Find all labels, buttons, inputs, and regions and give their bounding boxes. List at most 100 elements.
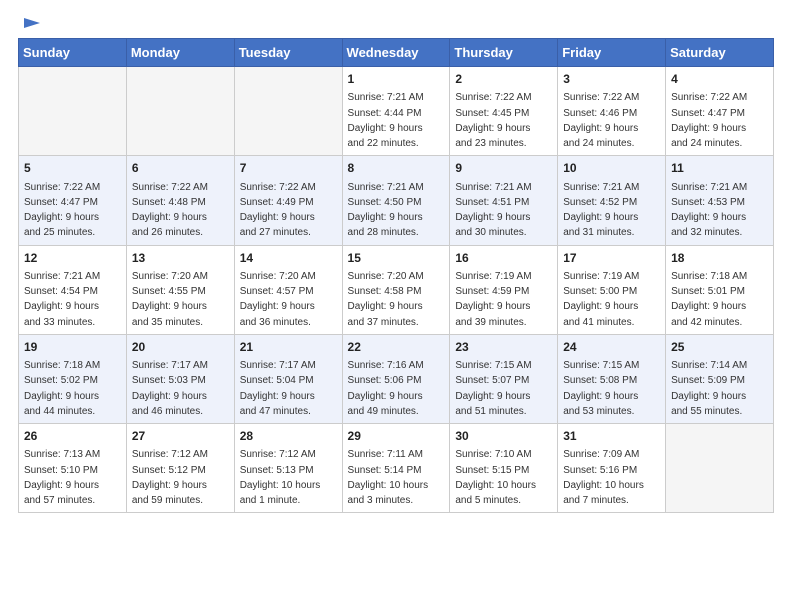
calendar-cell: 21 Sunrise: 7:17 AM Sunset: 5:04 PM Dayli… (234, 334, 342, 423)
day-number: 12 (24, 250, 121, 267)
day-info: Sunrise: 7:22 AM Sunset: 4:47 PM Dayligh… (671, 92, 747, 149)
day-info: Sunrise: 7:21 AM Sunset: 4:44 PM Dayligh… (348, 92, 424, 149)
logo (18, 18, 42, 30)
calendar-cell: 13 Sunrise: 7:20 AM Sunset: 4:55 PM Dayli… (126, 245, 234, 334)
day-info: Sunrise: 7:17 AM Sunset: 5:04 PM Dayligh… (240, 360, 316, 417)
day-info: Sunrise: 7:15 AM Sunset: 5:08 PM Dayligh… (563, 360, 639, 417)
day-info: Sunrise: 7:19 AM Sunset: 5:00 PM Dayligh… (563, 271, 639, 328)
calendar-cell: 12 Sunrise: 7:21 AM Sunset: 4:54 PM Dayli… (19, 245, 127, 334)
calendar-cell: 18Sunrise: 7:18 AM Sunset: 5:01 PM Dayli… (666, 245, 774, 334)
day-info: Sunrise: 7:21 AM Sunset: 4:53 PM Dayligh… (671, 182, 747, 239)
page: SundayMondayTuesdayWednesdayThursdayFrid… (0, 0, 792, 612)
calendar-cell: 1 Sunrise: 7:21 AM Sunset: 4:44 PM Daylig… (342, 67, 450, 156)
day-info: Sunrise: 7:21 AM Sunset: 4:50 PM Dayligh… (348, 182, 424, 239)
calendar-cell (19, 67, 127, 156)
calendar-cell: 24 Sunrise: 7:15 AM Sunset: 5:08 PM Dayli… (558, 334, 666, 423)
day-number: 29 (348, 428, 445, 445)
day-number: 8 (348, 160, 445, 177)
calendar-cell: 25 Sunrise: 7:14 AM Sunset: 5:09 PM Dayli… (666, 334, 774, 423)
calendar-cell: 14 Sunrise: 7:20 AM Sunset: 4:57 PM Dayli… (234, 245, 342, 334)
day-number: 2 (455, 71, 552, 88)
calendar-header-saturday: Saturday (666, 39, 774, 67)
day-info: Sunrise: 7:09 AM Sunset: 5:16 PM Dayligh… (563, 449, 644, 506)
day-info: Sunrise: 7:20 AM Sunset: 4:57 PM Dayligh… (240, 271, 316, 328)
day-info: Sunrise: 7:20 AM Sunset: 4:55 PM Dayligh… (132, 271, 208, 328)
day-number: 13 (132, 250, 229, 267)
calendar-cell: 31 Sunrise: 7:09 AM Sunset: 5:16 PM Dayli… (558, 424, 666, 513)
day-number: 23 (455, 339, 552, 356)
day-info: Sunrise: 7:11 AM Sunset: 5:14 PM Dayligh… (348, 449, 429, 506)
calendar-header-wednesday: Wednesday (342, 39, 450, 67)
day-number: 26 (24, 428, 121, 445)
day-number: 17 (563, 250, 660, 267)
calendar-cell: 30Sunrise: 7:10 AM Sunset: 5:15 PM Dayli… (450, 424, 558, 513)
calendar-header-thursday: Thursday (450, 39, 558, 67)
day-info: Sunrise: 7:16 AM Sunset: 5:06 PM Dayligh… (348, 360, 424, 417)
logo-flag-icon (20, 14, 42, 36)
day-number: 9 (455, 160, 552, 177)
calendar-header-monday: Monday (126, 39, 234, 67)
day-number: 10 (563, 160, 660, 177)
day-number: 28 (240, 428, 337, 445)
calendar-cell: 8 Sunrise: 7:21 AM Sunset: 4:50 PM Daylig… (342, 156, 450, 245)
calendar-cell: 4 Sunrise: 7:22 AM Sunset: 4:47 PM Daylig… (666, 67, 774, 156)
day-number: 27 (132, 428, 229, 445)
calendar-week-row: 26 Sunrise: 7:13 AM Sunset: 5:10 PM Dayli… (19, 424, 774, 513)
day-info: Sunrise: 7:12 AM Sunset: 5:12 PM Dayligh… (132, 449, 208, 506)
calendar-cell: 19Sunrise: 7:18 AM Sunset: 5:02 PM Dayli… (19, 334, 127, 423)
calendar-cell: 10 Sunrise: 7:21 AM Sunset: 4:52 PM Dayli… (558, 156, 666, 245)
day-info: Sunrise: 7:12 AM Sunset: 5:13 PM Dayligh… (240, 449, 321, 506)
day-number: 22 (348, 339, 445, 356)
day-number: 11 (671, 160, 768, 177)
day-info: Sunrise: 7:14 AM Sunset: 5:09 PM Dayligh… (671, 360, 747, 417)
calendar-week-row: 12 Sunrise: 7:21 AM Sunset: 4:54 PM Dayli… (19, 245, 774, 334)
day-number: 16 (455, 250, 552, 267)
day-info: Sunrise: 7:18 AM Sunset: 5:01 PM Dayligh… (671, 271, 747, 328)
day-info: Sunrise: 7:22 AM Sunset: 4:49 PM Dayligh… (240, 182, 316, 239)
day-number: 19 (24, 339, 121, 356)
day-number: 6 (132, 160, 229, 177)
day-number: 15 (348, 250, 445, 267)
day-number: 31 (563, 428, 660, 445)
calendar-cell: 15 Sunrise: 7:20 AM Sunset: 4:58 PM Dayli… (342, 245, 450, 334)
calendar-cell: 26 Sunrise: 7:13 AM Sunset: 5:10 PM Dayli… (19, 424, 127, 513)
calendar-cell: 23Sunrise: 7:15 AM Sunset: 5:07 PM Dayli… (450, 334, 558, 423)
calendar-week-row: 5Sunrise: 7:22 AM Sunset: 4:47 PM Daylig… (19, 156, 774, 245)
day-number: 24 (563, 339, 660, 356)
day-info: Sunrise: 7:22 AM Sunset: 4:48 PM Dayligh… (132, 182, 208, 239)
calendar-header-row: SundayMondayTuesdayWednesdayThursdayFrid… (19, 39, 774, 67)
day-number: 1 (348, 71, 445, 88)
calendar-cell: 20Sunrise: 7:17 AM Sunset: 5:03 PM Dayli… (126, 334, 234, 423)
calendar-cell (666, 424, 774, 513)
calendar-cell: 22 Sunrise: 7:16 AM Sunset: 5:06 PM Dayli… (342, 334, 450, 423)
calendar-header-friday: Friday (558, 39, 666, 67)
calendar-cell (126, 67, 234, 156)
calendar-cell: 16 Sunrise: 7:19 AM Sunset: 4:59 PM Dayli… (450, 245, 558, 334)
day-info: Sunrise: 7:22 AM Sunset: 4:46 PM Dayligh… (563, 92, 639, 149)
day-number: 30 (455, 428, 552, 445)
calendar-week-row: 19Sunrise: 7:18 AM Sunset: 5:02 PM Dayli… (19, 334, 774, 423)
day-info: Sunrise: 7:19 AM Sunset: 4:59 PM Dayligh… (455, 271, 531, 328)
day-number: 3 (563, 71, 660, 88)
day-number: 21 (240, 339, 337, 356)
calendar-header-sunday: Sunday (19, 39, 127, 67)
day-number: 14 (240, 250, 337, 267)
calendar-cell: 27 Sunrise: 7:12 AM Sunset: 5:12 PM Dayli… (126, 424, 234, 513)
calendar: SundayMondayTuesdayWednesdayThursdayFrid… (18, 38, 774, 513)
header (18, 18, 774, 30)
calendar-header-tuesday: Tuesday (234, 39, 342, 67)
day-info: Sunrise: 7:13 AM Sunset: 5:10 PM Dayligh… (24, 449, 100, 506)
day-info: Sunrise: 7:21 AM Sunset: 4:52 PM Dayligh… (563, 182, 639, 239)
calendar-cell: 6 Sunrise: 7:22 AM Sunset: 4:48 PM Daylig… (126, 156, 234, 245)
day-info: Sunrise: 7:22 AM Sunset: 4:45 PM Dayligh… (455, 92, 531, 149)
day-info: Sunrise: 7:20 AM Sunset: 4:58 PM Dayligh… (348, 271, 424, 328)
day-info: Sunrise: 7:21 AM Sunset: 4:54 PM Dayligh… (24, 271, 100, 328)
calendar-cell: 29 Sunrise: 7:11 AM Sunset: 5:14 PM Dayli… (342, 424, 450, 513)
calendar-week-row: 1 Sunrise: 7:21 AM Sunset: 4:44 PM Daylig… (19, 67, 774, 156)
calendar-cell: 2 Sunrise: 7:22 AM Sunset: 4:45 PM Daylig… (450, 67, 558, 156)
day-number: 25 (671, 339, 768, 356)
day-number: 4 (671, 71, 768, 88)
calendar-cell (234, 67, 342, 156)
calendar-cell: 5Sunrise: 7:22 AM Sunset: 4:47 PM Daylig… (19, 156, 127, 245)
day-number: 20 (132, 339, 229, 356)
